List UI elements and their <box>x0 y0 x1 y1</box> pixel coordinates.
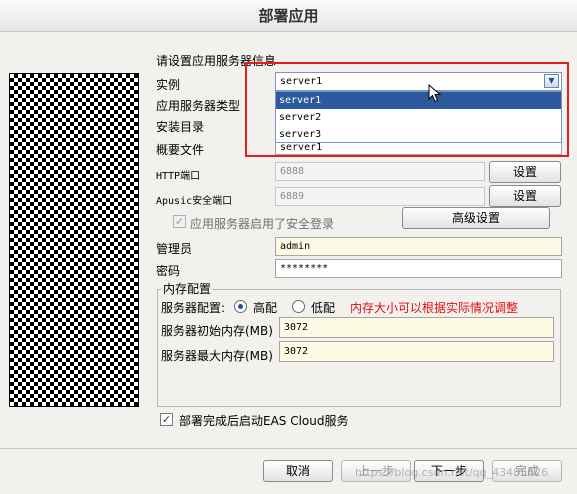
cancel-button[interactable]: 取消 <box>263 460 333 482</box>
memory-group-title: 内存配置 <box>161 280 214 297</box>
server-type-label: 应用服务器类型 <box>156 99 241 113</box>
initial-memory-label: 服务器初始内存(MB) <box>161 324 273 338</box>
high-config-radio[interactable] <box>234 300 247 313</box>
http-port-field[interactable]: 6888 <box>275 162 485 181</box>
low-config-radio[interactable] <box>292 300 305 313</box>
secure-login-checkbox[interactable]: ✓ <box>173 215 186 228</box>
apusic-port-field[interactable]: 6889 <box>275 187 485 206</box>
apusic-port-label: Apusic安全端口 <box>156 196 233 207</box>
memory-note: 内存大小可以根据实际情况调整 <box>350 301 519 315</box>
high-config-label: 高配 <box>253 301 278 315</box>
low-config-label: 低配 <box>311 301 336 315</box>
admin-label: 管理员 <box>156 242 193 256</box>
max-memory-field[interactable]: 3072 <box>279 341 554 362</box>
initial-memory-field[interactable]: 3072 <box>279 317 554 338</box>
server-config-label: 服务器配置: <box>161 301 226 315</box>
admin-field[interactable]: admin <box>275 237 562 256</box>
watermark: https://blog.csdn.net/qq_43485626 <box>355 466 549 479</box>
password-field[interactable]: ******** <box>275 259 562 278</box>
secure-login-label: 应用服务器启用了安全登录 <box>190 217 335 231</box>
wizard-side-image <box>9 73 139 407</box>
start-after-deploy-checkbox[interactable]: ✓ <box>160 413 173 426</box>
max-memory-label: 服务器最大内存(MB) <box>161 349 273 363</box>
start-after-deploy-label: 部署完成后启动EAS Cloud服务 <box>179 414 349 428</box>
profile-label: 概要文件 <box>156 143 205 157</box>
footer-divider <box>0 448 577 449</box>
advanced-settings-button[interactable]: 高级设置 <box>402 207 550 229</box>
highlight-annotation-frame <box>245 62 569 157</box>
password-label: 密码 <box>156 264 181 278</box>
apusic-port-settings-button[interactable]: 设置 <box>489 185 561 207</box>
mouse-cursor-icon <box>428 84 442 103</box>
http-port-label: HTTP端口 <box>156 171 201 182</box>
instance-label: 实例 <box>156 78 181 92</box>
install-dir-label: 安装目录 <box>156 120 205 134</box>
window-title: 部署应用 <box>0 0 577 32</box>
http-port-settings-button[interactable]: 设置 <box>489 161 561 183</box>
